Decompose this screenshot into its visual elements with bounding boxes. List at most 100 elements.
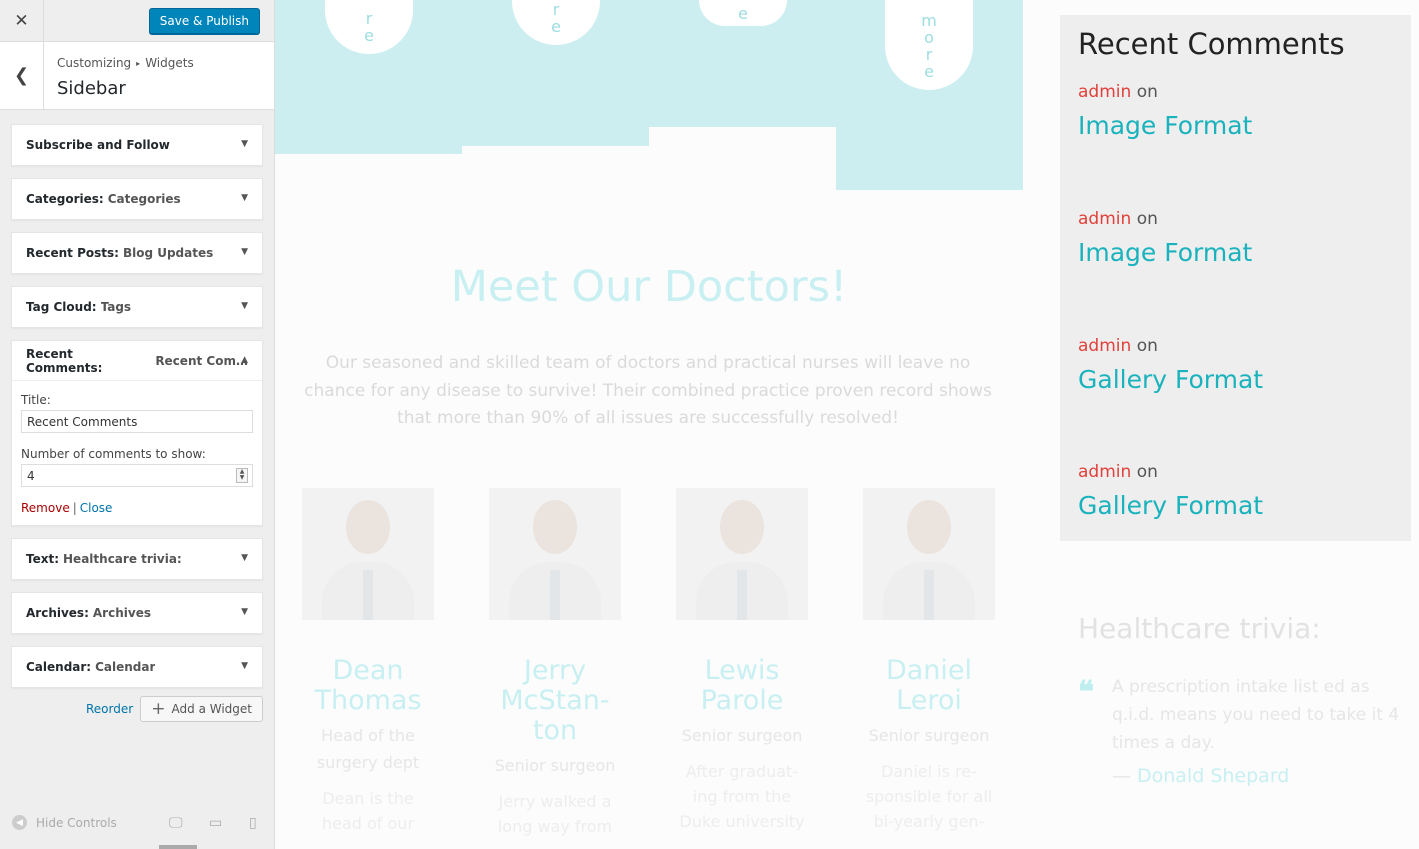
widget-header[interactable]: Tag Cloud: Tags ▼ [12, 287, 262, 327]
widget-header[interactable]: Recent Comments: Recent Com... ▲ [12, 341, 262, 381]
number-spinner-icon[interactable]: ▲ ▼ [236, 468, 248, 483]
hero-band: r e r e e m o r e [275, 0, 1023, 190]
widget-archives[interactable]: Archives: Archives ▼ [11, 592, 263, 634]
read-more-pill[interactable]: m o r e [885, 0, 973, 90]
widget-recent-posts[interactable]: Recent Posts: Blog Updates ▼ [11, 232, 263, 274]
doctor-bio: Dean is the head of our [321, 789, 415, 833]
doctor-name[interactable]: Dean Thomas [288, 656, 448, 716]
widget-text[interactable]: Text: Healthcare trivia: ▼ [11, 538, 263, 580]
widget-type: Recent Comments: [26, 346, 103, 375]
comment-post-link[interactable]: Gallery Format [1078, 491, 1263, 520]
plus-icon: + [151, 699, 166, 719]
customizer-footer: ◀ Hide Controls 🖵 ▭ ▯ [0, 803, 275, 849]
widget-header[interactable]: Text: Healthcare trivia: ▼ [12, 539, 262, 579]
comment-on-text: on [1136, 209, 1158, 229]
expand-arrow-icon[interactable]: ▼ [241, 607, 248, 617]
recent-comments-widget: Recent Comments admin on Image Format ad… [1060, 15, 1411, 541]
close-customizer-button[interactable]: ✕ [0, 0, 44, 42]
comment-author-link[interactable]: admin [1078, 209, 1131, 229]
widget-form: Title: Number of comments to show: ▲▼ Re… [12, 381, 262, 525]
back-button[interactable]: ❮ [0, 42, 44, 109]
add-widget-button[interactable]: + Add a Widget [140, 696, 263, 722]
widget-recent-comments[interactable]: Recent Comments: Recent Com... ▲ Title: … [11, 340, 263, 526]
expand-arrow-icon[interactable]: ▼ [241, 553, 248, 563]
widget-type: Categories: [26, 192, 104, 206]
comment-author-link[interactable]: admin [1078, 336, 1131, 356]
doctor-role: Head of the surgery dept [316, 726, 420, 772]
widget-header[interactable]: Recent Posts: Blog Updates ▼ [12, 233, 262, 273]
comment-author-link[interactable]: admin [1078, 462, 1131, 482]
doctor-card[interactable]: Lewis Parole Senior surgeon After gradua… [662, 488, 822, 834]
widget-header[interactable]: Subscribe and Follow ▼ [12, 125, 262, 165]
close-widget-link[interactable]: Close [80, 501, 113, 515]
doctor-bio: Jerry walked a long way from [497, 792, 613, 836]
comment-post-link[interactable]: Image Format [1078, 238, 1252, 267]
recent-comments-title: Recent Comments [1078, 27, 1345, 61]
widget-title: Archives [92, 606, 151, 620]
customizer-panel: ✕ Save & Publish ❮ Customizing ▸ Widgets S… [0, 0, 275, 849]
widget-categories[interactable]: Categories: Categories ▼ [11, 178, 263, 220]
doctor-name[interactable]: Lewis Parole [662, 656, 822, 716]
collapse-arrow-icon[interactable]: ▲ [241, 355, 248, 365]
comment-count-field[interactable] [21, 464, 253, 487]
comment-on-text: on [1136, 336, 1158, 356]
widget-calendar[interactable]: Calendar: Calendar ▼ [11, 646, 263, 688]
quote-icon: ❝ [1078, 675, 1095, 710]
reorder-link[interactable]: Reorder [86, 702, 133, 716]
comment-item: admin on Image Format [1078, 82, 1252, 140]
hide-controls-label: Hide Controls [36, 815, 117, 830]
section-title: Sidebar [57, 78, 126, 99]
doctors-description: Our seasoned and skilled team of doctors… [304, 353, 992, 428]
hide-controls-button[interactable]: ◀ Hide Controls [12, 815, 117, 830]
comment-author-link[interactable]: admin [1078, 82, 1131, 102]
comment-item: admin on Gallery Format [1078, 336, 1263, 394]
widget-title: Healthcare trivia: [63, 552, 182, 566]
doctor-name[interactable]: Jerry McStan- ton [475, 656, 635, 746]
expand-arrow-icon[interactable]: ▼ [241, 193, 248, 203]
widget-header[interactable]: Archives: Archives ▼ [12, 593, 262, 633]
site-preview: r e r e e m o r e Meet Our Doctors! Our … [275, 0, 1419, 849]
save-publish-button[interactable]: Save & Publish [148, 8, 260, 34]
doctor-photo [863, 488, 995, 620]
expand-arrow-icon[interactable]: ▼ [241, 661, 248, 671]
widget-list: Subscribe and Follow ▼ Categories: Categ… [11, 124, 263, 700]
expand-arrow-icon[interactable]: ▼ [241, 139, 248, 149]
doctor-name[interactable]: Daniel Leroi [849, 656, 1009, 716]
doctor-bio: Daniel is re- sponsible for all bi-yearl… [865, 762, 993, 831]
widget-type: Tag Cloud: [26, 300, 97, 314]
action-separator: | [72, 501, 77, 515]
doctor-card[interactable]: Jerry McStan- ton Senior surgeon Jerry w… [475, 488, 635, 839]
author-name: Donald Shepard [1137, 765, 1290, 787]
trivia-author: — Donald Shepard [1112, 765, 1289, 787]
breadcrumb-item: Customizing [57, 56, 132, 70]
active-device-indicator [159, 845, 197, 849]
add-widget-label: Add a Widget [171, 702, 252, 716]
widget-header[interactable]: Calendar: Calendar ▼ [12, 647, 262, 687]
doctor-card[interactable]: Daniel Leroi Senior surgeon Daniel is re… [849, 488, 1009, 834]
close-icon: ✕ [14, 11, 29, 31]
doctor-card[interactable]: Dean Thomas Head of the surgery dept Dea… [288, 488, 448, 836]
title-field[interactable] [21, 410, 253, 433]
doctor-photo [676, 488, 808, 620]
widget-title: Blog Updates [122, 246, 214, 260]
read-more-pill[interactable]: e [699, 0, 787, 26]
desktop-preview-icon[interactable]: 🖵 [169, 815, 183, 831]
widget-type: Recent Posts: [26, 246, 119, 260]
remove-widget-link[interactable]: Remove [21, 501, 70, 515]
tablet-preview-icon[interactable]: ▭ [209, 815, 222, 831]
comment-post-link[interactable]: Gallery Format [1078, 365, 1263, 394]
mobile-preview-icon[interactable]: ▯ [249, 815, 257, 831]
doctors-heading: Meet Our Doctors! [450, 262, 848, 312]
widget-title: Tags [100, 300, 132, 314]
expand-arrow-icon[interactable]: ▼ [241, 247, 248, 257]
widget-tag-cloud[interactable]: Tag Cloud: Tags ▼ [11, 286, 263, 328]
doctor-role: Senior surgeon [494, 756, 616, 775]
comment-item: admin on Gallery Format [1078, 462, 1263, 520]
trivia-heading: Healthcare trivia: [1078, 612, 1321, 645]
widget-header[interactable]: Categories: Categories ▼ [12, 179, 262, 219]
expand-arrow-icon[interactable]: ▼ [241, 301, 248, 311]
widget-subscribe[interactable]: Subscribe and Follow ▼ [11, 124, 263, 166]
widget-type: Calendar: [26, 660, 92, 674]
comment-post-link[interactable]: Image Format [1078, 111, 1252, 140]
doctor-photo [489, 488, 621, 620]
